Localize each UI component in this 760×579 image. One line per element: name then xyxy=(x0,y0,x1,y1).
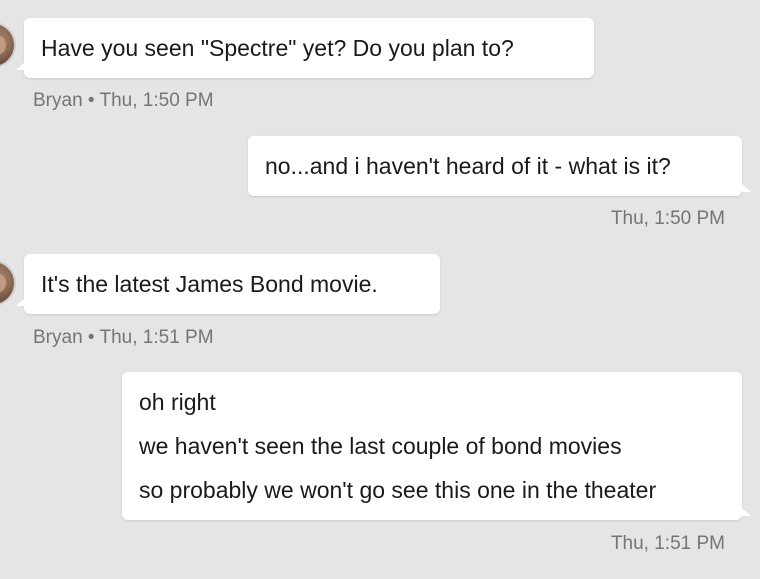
message-text: Have you seen "Spectre" yet? Do you plan… xyxy=(41,35,514,61)
message-meta: Bryan • Thu, 1:50 PM xyxy=(33,90,214,111)
avatar-photo-icon xyxy=(0,36,6,54)
avatar-photo-icon xyxy=(0,274,6,292)
message-text: no...and i haven't heard of it - what is… xyxy=(265,153,671,179)
message-text-line: oh right xyxy=(139,389,216,415)
message-bubble-outgoing[interactable]: oh right we haven't seen the last couple… xyxy=(122,372,751,520)
message-meta: Thu, 1:51 PM xyxy=(610,533,725,554)
message-meta: Bryan • Thu, 1:51 PM xyxy=(33,327,214,348)
message-text-line: we haven't seen the last couple of bond … xyxy=(139,433,622,459)
avatar[interactable] xyxy=(0,260,16,306)
message-text-line: so probably we won't go see this one in … xyxy=(139,477,657,503)
avatar[interactable] xyxy=(0,22,16,68)
message-text: It's the latest James Bond movie. xyxy=(41,271,378,297)
message-bubble-outgoing[interactable]: no...and i haven't heard of it - what is… xyxy=(248,136,751,196)
message-meta: Thu, 1:50 PM xyxy=(610,208,725,229)
chat-thread: Have you seen "Spectre" yet? Do you plan… xyxy=(0,0,760,579)
message-bubble-incoming[interactable]: Have you seen "Spectre" yet? Do you plan… xyxy=(16,18,594,78)
message-bubble-incoming[interactable]: It's the latest James Bond movie. xyxy=(16,254,440,314)
